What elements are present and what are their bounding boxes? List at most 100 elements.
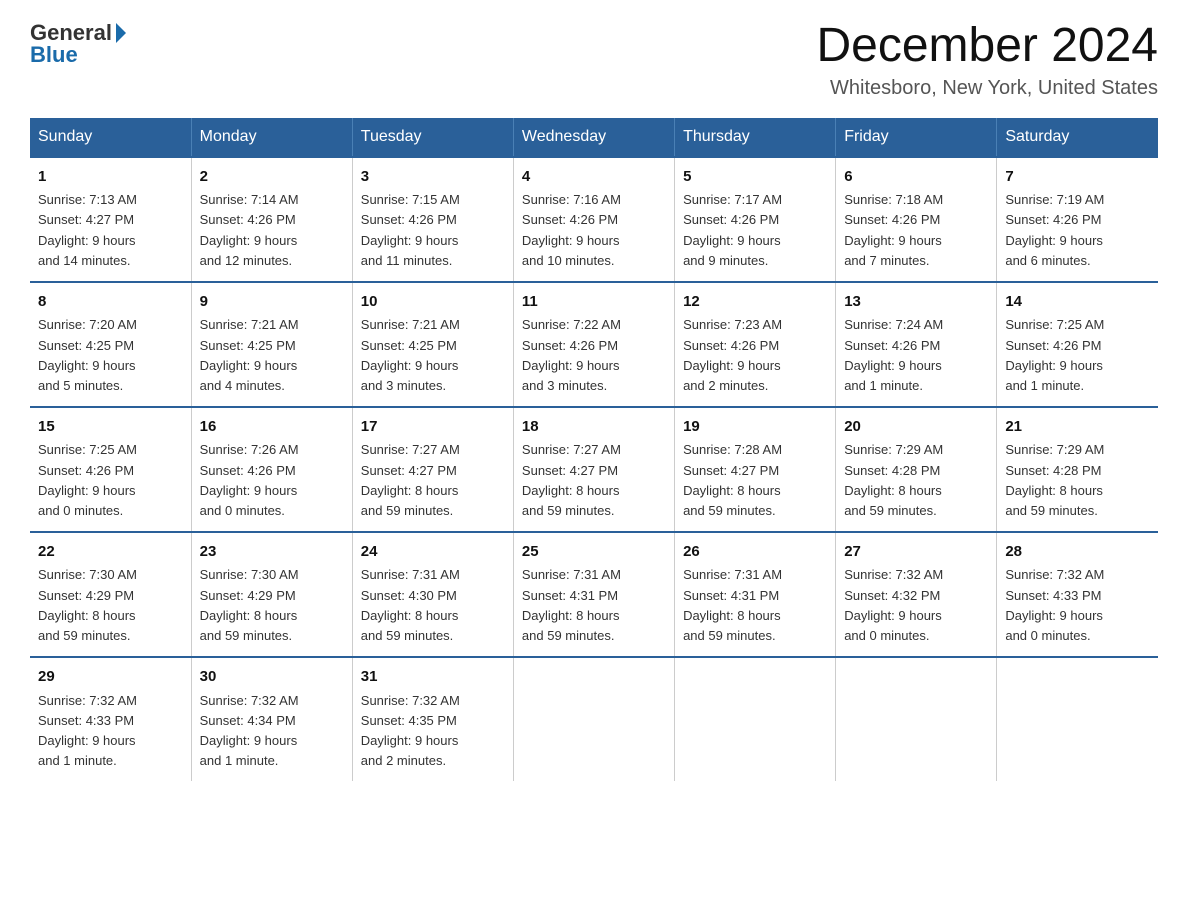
calendar-cell: 27Sunrise: 7:32 AMSunset: 4:32 PMDayligh… (836, 532, 997, 657)
day-number: 5 (683, 166, 827, 189)
day-number: 19 (683, 416, 827, 439)
day-info: Sunrise: 7:25 AMSunset: 4:26 PMDaylight:… (38, 440, 183, 521)
calendar-cell: 30Sunrise: 7:32 AMSunset: 4:34 PMDayligh… (191, 657, 352, 781)
day-number: 3 (361, 166, 505, 189)
day-info: Sunrise: 7:32 AMSunset: 4:33 PMDaylight:… (38, 691, 183, 772)
day-info: Sunrise: 7:29 AMSunset: 4:28 PMDaylight:… (844, 440, 988, 521)
calendar-header-row: SundayMondayTuesdayWednesdayThursdayFrid… (30, 118, 1158, 157)
day-info: Sunrise: 7:30 AMSunset: 4:29 PMDaylight:… (200, 565, 344, 646)
day-number: 13 (844, 291, 988, 314)
calendar-cell: 21Sunrise: 7:29 AMSunset: 4:28 PMDayligh… (997, 407, 1158, 532)
day-number: 31 (361, 666, 505, 689)
month-title: December 2024 (816, 20, 1158, 73)
day-number: 23 (200, 541, 344, 564)
day-info: Sunrise: 7:27 AMSunset: 4:27 PMDaylight:… (361, 440, 505, 521)
day-info: Sunrise: 7:31 AMSunset: 4:31 PMDaylight:… (683, 565, 827, 646)
day-number: 22 (38, 541, 183, 564)
calendar-cell: 7Sunrise: 7:19 AMSunset: 4:26 PMDaylight… (997, 157, 1158, 282)
day-info: Sunrise: 7:29 AMSunset: 4:28 PMDaylight:… (1005, 440, 1150, 521)
day-number: 20 (844, 416, 988, 439)
calendar-cell: 17Sunrise: 7:27 AMSunset: 4:27 PMDayligh… (352, 407, 513, 532)
day-number: 10 (361, 291, 505, 314)
day-info: Sunrise: 7:32 AMSunset: 4:32 PMDaylight:… (844, 565, 988, 646)
day-info: Sunrise: 7:32 AMSunset: 4:35 PMDaylight:… (361, 691, 505, 772)
title-block: December 2024 Whitesboro, New York, Unit… (816, 20, 1158, 100)
day-info: Sunrise: 7:25 AMSunset: 4:26 PMDaylight:… (1005, 315, 1150, 396)
day-info: Sunrise: 7:32 AMSunset: 4:34 PMDaylight:… (200, 691, 344, 772)
day-info: Sunrise: 7:30 AMSunset: 4:29 PMDaylight:… (38, 565, 183, 646)
calendar-cell: 31Sunrise: 7:32 AMSunset: 4:35 PMDayligh… (352, 657, 513, 781)
day-info: Sunrise: 7:15 AMSunset: 4:26 PMDaylight:… (361, 190, 505, 271)
calendar-cell: 1Sunrise: 7:13 AMSunset: 4:27 PMDaylight… (30, 157, 191, 282)
calendar-cell: 25Sunrise: 7:31 AMSunset: 4:31 PMDayligh… (513, 532, 674, 657)
day-number: 6 (844, 166, 988, 189)
calendar-cell (997, 657, 1158, 781)
calendar-cell (836, 657, 997, 781)
calendar-week-row: 8Sunrise: 7:20 AMSunset: 4:25 PMDaylight… (30, 282, 1158, 407)
calendar-cell: 8Sunrise: 7:20 AMSunset: 4:25 PMDaylight… (30, 282, 191, 407)
calendar-cell: 11Sunrise: 7:22 AMSunset: 4:26 PMDayligh… (513, 282, 674, 407)
col-header-sunday: Sunday (30, 118, 191, 157)
calendar-cell: 5Sunrise: 7:17 AMSunset: 4:26 PMDaylight… (675, 157, 836, 282)
calendar-cell: 19Sunrise: 7:28 AMSunset: 4:27 PMDayligh… (675, 407, 836, 532)
day-info: Sunrise: 7:19 AMSunset: 4:26 PMDaylight:… (1005, 190, 1150, 271)
logo-arrow-icon (116, 23, 126, 43)
logo-blue-text: Blue (30, 42, 78, 68)
day-number: 28 (1005, 541, 1150, 564)
day-info: Sunrise: 7:27 AMSunset: 4:27 PMDaylight:… (522, 440, 666, 521)
day-number: 14 (1005, 291, 1150, 314)
day-number: 16 (200, 416, 344, 439)
day-number: 1 (38, 166, 183, 189)
calendar-cell: 20Sunrise: 7:29 AMSunset: 4:28 PMDayligh… (836, 407, 997, 532)
calendar-cell: 4Sunrise: 7:16 AMSunset: 4:26 PMDaylight… (513, 157, 674, 282)
calendar-cell: 15Sunrise: 7:25 AMSunset: 4:26 PMDayligh… (30, 407, 191, 532)
day-info: Sunrise: 7:23 AMSunset: 4:26 PMDaylight:… (683, 315, 827, 396)
day-number: 26 (683, 541, 827, 564)
calendar-cell (513, 657, 674, 781)
day-info: Sunrise: 7:21 AMSunset: 4:25 PMDaylight:… (200, 315, 344, 396)
day-info: Sunrise: 7:21 AMSunset: 4:25 PMDaylight:… (361, 315, 505, 396)
calendar-week-row: 15Sunrise: 7:25 AMSunset: 4:26 PMDayligh… (30, 407, 1158, 532)
calendar-cell: 14Sunrise: 7:25 AMSunset: 4:26 PMDayligh… (997, 282, 1158, 407)
calendar-week-row: 1Sunrise: 7:13 AMSunset: 4:27 PMDaylight… (30, 157, 1158, 282)
day-number: 11 (522, 291, 666, 314)
col-header-monday: Monday (191, 118, 352, 157)
day-info: Sunrise: 7:16 AMSunset: 4:26 PMDaylight:… (522, 190, 666, 271)
day-info: Sunrise: 7:13 AMSunset: 4:27 PMDaylight:… (38, 190, 183, 271)
calendar-cell: 24Sunrise: 7:31 AMSunset: 4:30 PMDayligh… (352, 532, 513, 657)
day-number: 25 (522, 541, 666, 564)
day-info: Sunrise: 7:26 AMSunset: 4:26 PMDaylight:… (200, 440, 344, 521)
day-number: 29 (38, 666, 183, 689)
day-number: 2 (200, 166, 344, 189)
calendar-cell: 3Sunrise: 7:15 AMSunset: 4:26 PMDaylight… (352, 157, 513, 282)
day-number: 27 (844, 541, 988, 564)
calendar-cell: 9Sunrise: 7:21 AMSunset: 4:25 PMDaylight… (191, 282, 352, 407)
day-number: 8 (38, 291, 183, 314)
col-header-tuesday: Tuesday (352, 118, 513, 157)
day-number: 18 (522, 416, 666, 439)
col-header-saturday: Saturday (997, 118, 1158, 157)
calendar-cell: 16Sunrise: 7:26 AMSunset: 4:26 PMDayligh… (191, 407, 352, 532)
col-header-thursday: Thursday (675, 118, 836, 157)
calendar-cell: 6Sunrise: 7:18 AMSunset: 4:26 PMDaylight… (836, 157, 997, 282)
day-info: Sunrise: 7:31 AMSunset: 4:31 PMDaylight:… (522, 565, 666, 646)
calendar-cell: 2Sunrise: 7:14 AMSunset: 4:26 PMDaylight… (191, 157, 352, 282)
calendar-cell: 22Sunrise: 7:30 AMSunset: 4:29 PMDayligh… (30, 532, 191, 657)
col-header-wednesday: Wednesday (513, 118, 674, 157)
day-info: Sunrise: 7:31 AMSunset: 4:30 PMDaylight:… (361, 565, 505, 646)
day-info: Sunrise: 7:20 AMSunset: 4:25 PMDaylight:… (38, 315, 183, 396)
page-header: General Blue December 2024 Whitesboro, N… (30, 20, 1158, 100)
calendar-week-row: 22Sunrise: 7:30 AMSunset: 4:29 PMDayligh… (30, 532, 1158, 657)
day-number: 17 (361, 416, 505, 439)
day-number: 12 (683, 291, 827, 314)
day-number: 7 (1005, 166, 1150, 189)
calendar-cell: 12Sunrise: 7:23 AMSunset: 4:26 PMDayligh… (675, 282, 836, 407)
day-number: 4 (522, 166, 666, 189)
calendar-cell: 10Sunrise: 7:21 AMSunset: 4:25 PMDayligh… (352, 282, 513, 407)
day-info: Sunrise: 7:22 AMSunset: 4:26 PMDaylight:… (522, 315, 666, 396)
day-info: Sunrise: 7:18 AMSunset: 4:26 PMDaylight:… (844, 190, 988, 271)
day-info: Sunrise: 7:17 AMSunset: 4:26 PMDaylight:… (683, 190, 827, 271)
calendar-cell: 26Sunrise: 7:31 AMSunset: 4:31 PMDayligh… (675, 532, 836, 657)
day-number: 30 (200, 666, 344, 689)
calendar-cell: 18Sunrise: 7:27 AMSunset: 4:27 PMDayligh… (513, 407, 674, 532)
